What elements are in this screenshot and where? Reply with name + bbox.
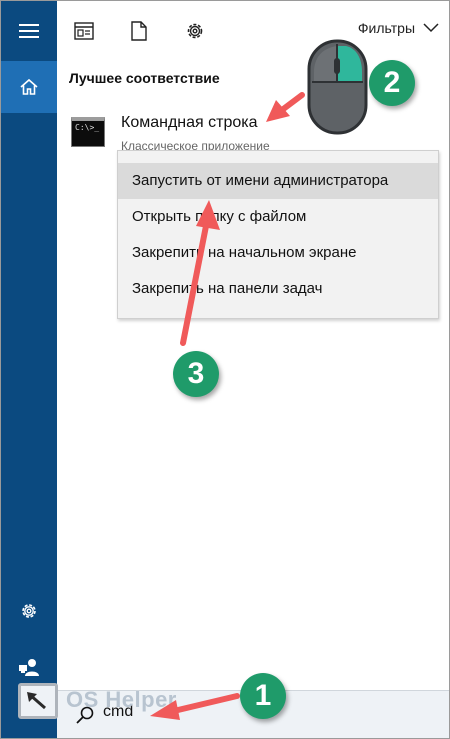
step-badge-2: 2 bbox=[369, 60, 415, 106]
settings-button[interactable] bbox=[1, 591, 57, 631]
documents-filter-button[interactable] bbox=[127, 19, 151, 43]
home-icon bbox=[20, 78, 38, 95]
result-title: Командная строка bbox=[121, 114, 258, 131]
settings-filter-button[interactable] bbox=[183, 19, 207, 43]
user-icon bbox=[19, 659, 39, 676]
pin-to-start-item[interactable]: Закрепить на начальном экране bbox=[118, 235, 438, 271]
search-toolbar: Фильтры bbox=[57, 1, 449, 59]
pin-to-taskbar-item[interactable]: Закрепить на панели задач bbox=[118, 271, 438, 307]
filters-dropdown[interactable]: Фильтры bbox=[358, 20, 439, 36]
step-badge-1: 1 bbox=[240, 673, 286, 719]
hamburger-icon bbox=[19, 24, 39, 38]
watermark-logo-icon bbox=[18, 683, 58, 719]
apps-filter-button[interactable] bbox=[72, 19, 96, 43]
watermark: OS Helper bbox=[18, 683, 218, 723]
step-badge-3: 3 bbox=[173, 351, 219, 397]
context-menu: Запустить от имени администратора Открыт… bbox=[117, 150, 439, 319]
command-prompt-result[interactable]: C:\>_ Командная строка Классическое прил… bbox=[69, 112, 329, 154]
home-button[interactable] bbox=[1, 61, 57, 113]
command-prompt-icon: C:\>_ bbox=[71, 117, 105, 147]
apps-window-icon bbox=[74, 22, 94, 40]
user-account-button[interactable] bbox=[1, 647, 57, 687]
hamburger-menu-button[interactable] bbox=[1, 1, 57, 61]
window-frame bbox=[0, 0, 450, 739]
run-as-administrator-item[interactable]: Запустить от имени администратора bbox=[118, 163, 438, 199]
chevron-down-icon bbox=[423, 23, 439, 33]
watermark-text: OS Helper bbox=[66, 687, 177, 712]
filters-label: Фильтры bbox=[357, 20, 415, 36]
gear-icon bbox=[22, 604, 36, 618]
gear-icon bbox=[187, 23, 203, 39]
best-match-heading: Лучшее соответствие bbox=[69, 70, 220, 86]
document-icon bbox=[131, 21, 147, 41]
open-file-location-item[interactable]: Открыть папку с файлом bbox=[118, 199, 438, 235]
command-prompt-icon-text: C:\>_ bbox=[75, 123, 100, 132]
start-sidebar bbox=[1, 1, 57, 738]
